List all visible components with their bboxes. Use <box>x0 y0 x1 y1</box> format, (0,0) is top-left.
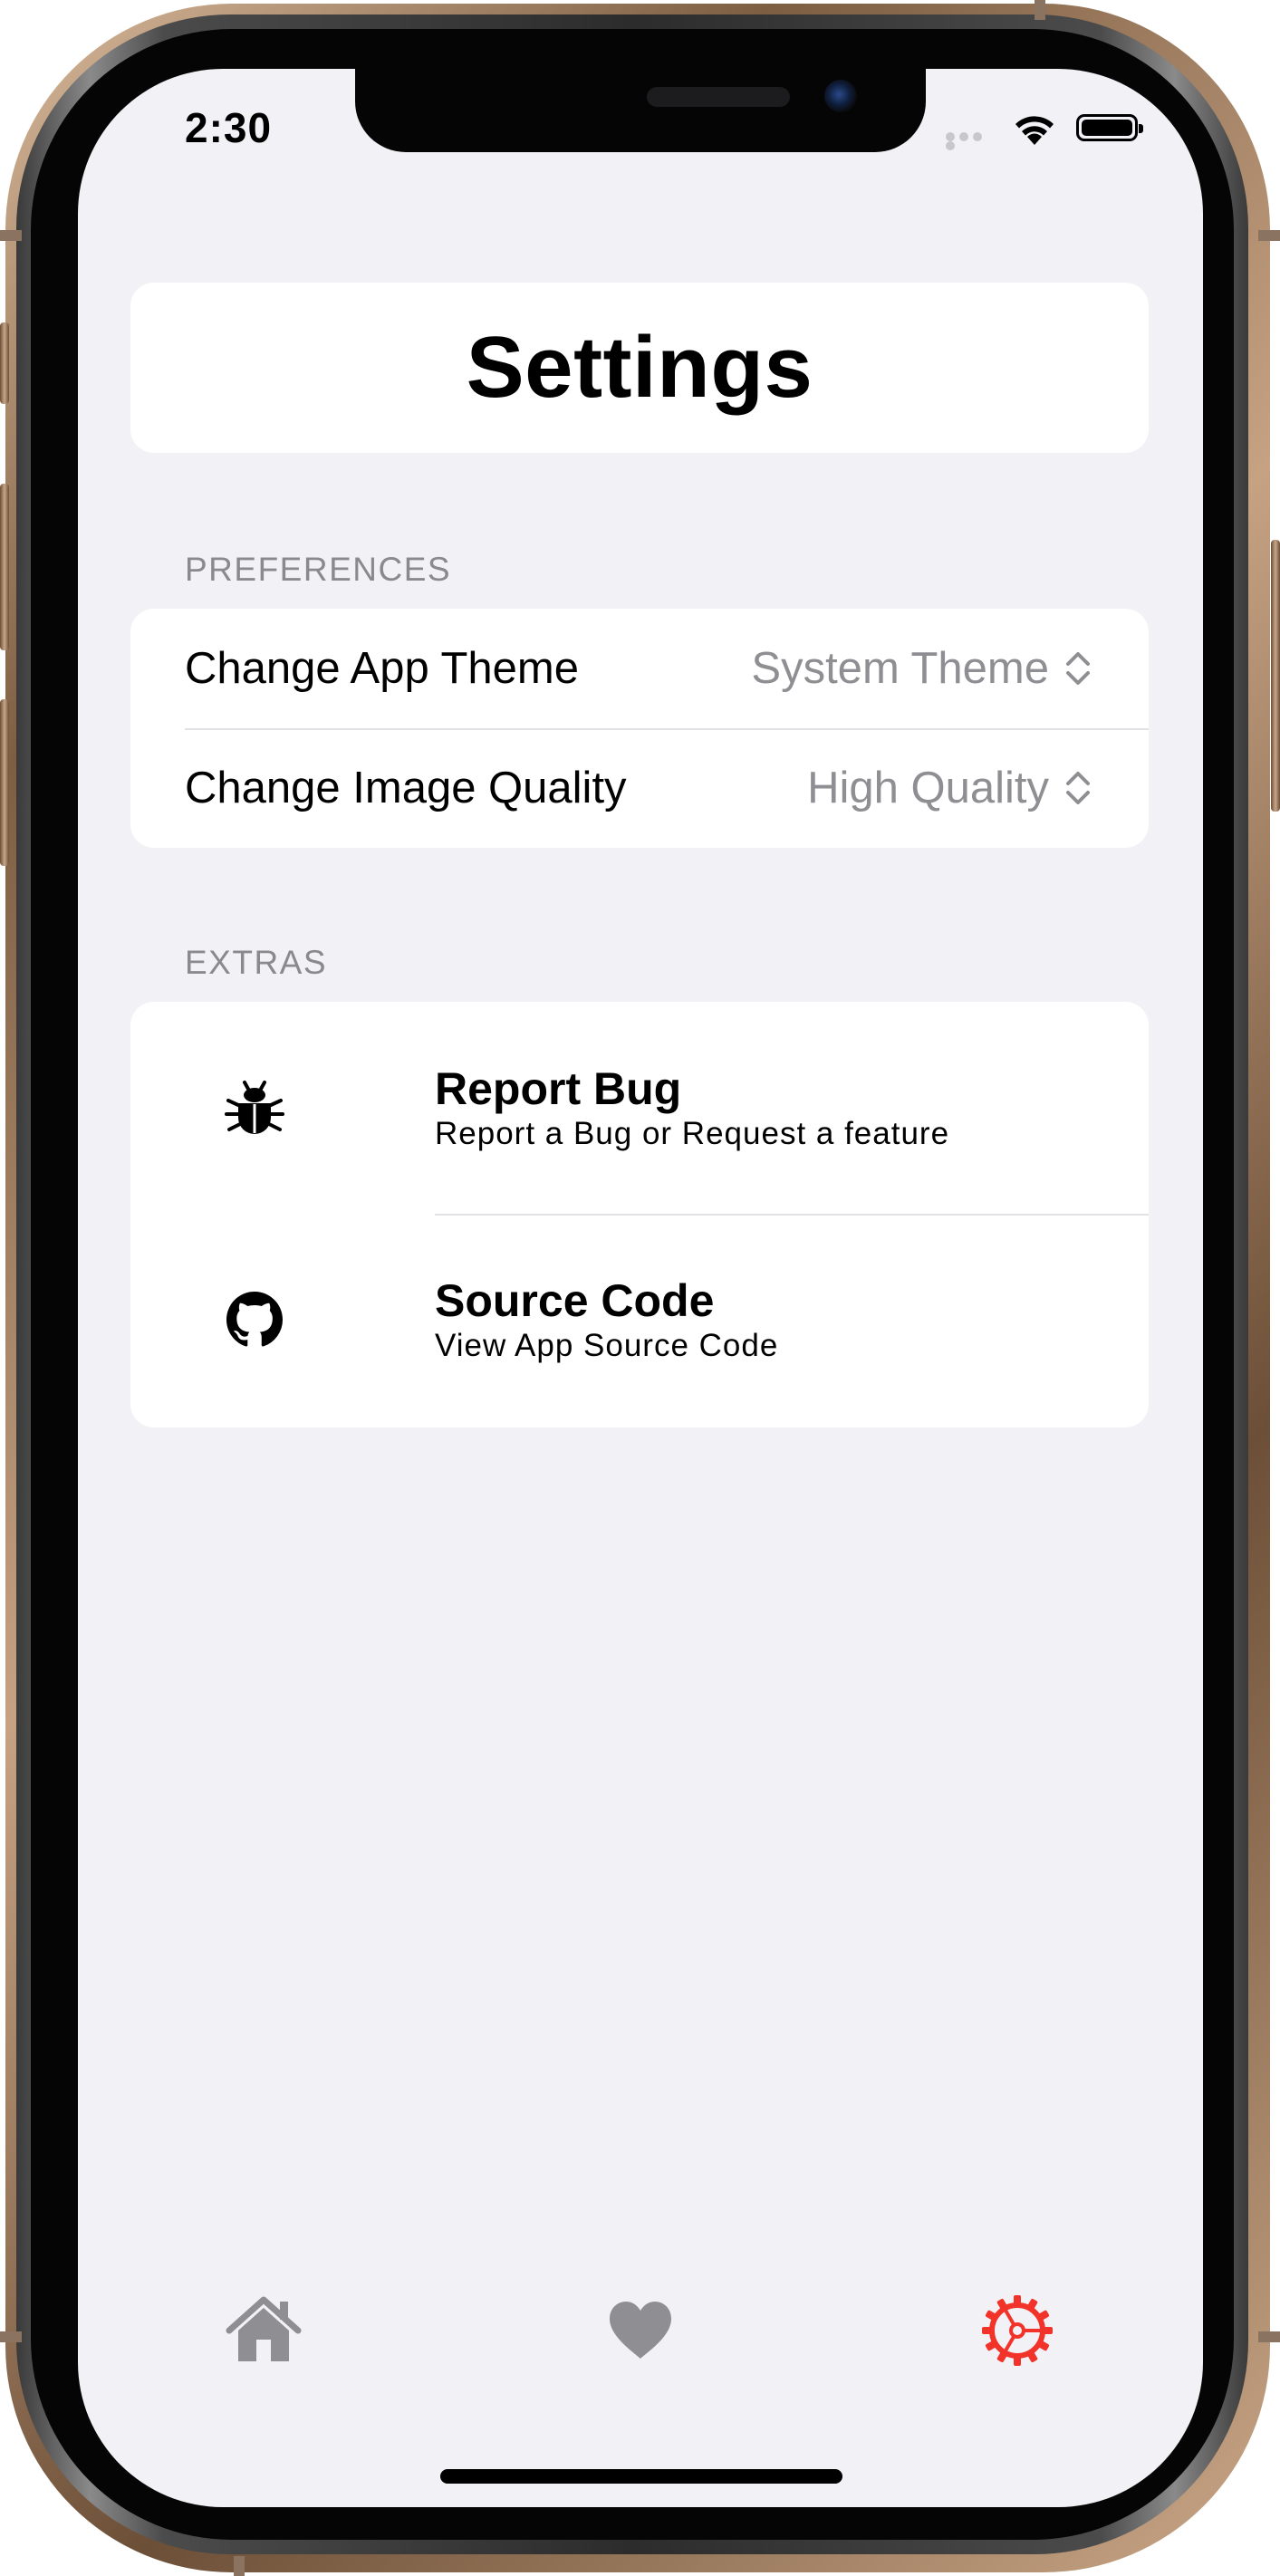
bug-icon <box>225 1078 284 1138</box>
source-code-text: Source Code View App Source Code <box>435 1274 778 1365</box>
report-bug-title: Report Bug <box>435 1063 682 1114</box>
silent-switch <box>0 322 9 404</box>
report-bug-row[interactable]: Report Bug Report a Bug or Request a fea… <box>130 1002 1149 1214</box>
cellular-signal-icon <box>946 132 998 150</box>
battery-icon <box>1076 114 1143 141</box>
antenna-band <box>0 230 22 241</box>
tab-settings[interactable] <box>977 2290 1058 2371</box>
tab-home[interactable] <box>223 2290 304 2371</box>
heart-icon <box>610 2302 671 2359</box>
antenna-band <box>1035 0 1045 20</box>
antenna-band <box>1258 230 1280 241</box>
github-icon <box>225 1290 284 1350</box>
tab-favorites[interactable] <box>600 2290 681 2371</box>
image-quality-picker[interactable]: Change Image Quality High Quality <box>130 728 1149 848</box>
antenna-band <box>234 2556 245 2576</box>
power-button <box>1271 540 1280 812</box>
earpiece-speaker <box>647 87 790 107</box>
status-time: 2:30 <box>185 104 273 151</box>
chevron-up-down-icon <box>1066 652 1090 685</box>
front-camera <box>824 80 857 112</box>
notch <box>355 69 926 152</box>
source-code-title: Source Code <box>435 1275 715 1326</box>
house-icon <box>226 2296 302 2361</box>
screen: 2:30 Settings PREFERENCES Change App The… <box>78 69 1203 2507</box>
wifi-icon <box>1011 112 1058 151</box>
image-quality-value[interactable]: High Quality <box>807 763 1049 813</box>
page-title: Settings <box>466 319 813 416</box>
source-code-row[interactable]: Source Code View App Source Code <box>130 1214 1149 1426</box>
gear-icon <box>982 2295 1053 2366</box>
title-card: Settings <box>130 283 1149 453</box>
volume-up-button <box>0 484 9 650</box>
section-header-preferences: PREFERENCES <box>185 551 452 588</box>
section-header-extras: EXTRAS <box>185 944 328 981</box>
preferences-group: Change App Theme System Theme Change Ima… <box>130 609 1149 848</box>
report-bug-text: Report Bug Report a Bug or Request a fea… <box>435 1062 949 1153</box>
chevron-up-down-icon <box>1066 772 1090 804</box>
antenna-band <box>0 2331 22 2342</box>
antenna-band <box>1258 2331 1280 2342</box>
source-code-subtitle: View App Source Code <box>435 1328 779 1363</box>
home-indicator[interactable] <box>440 2469 842 2484</box>
app-theme-value[interactable]: System Theme <box>751 643 1049 694</box>
report-bug-subtitle: Report a Bug or Request a feature <box>435 1116 950 1151</box>
app-theme-label: Change App Theme <box>185 644 579 693</box>
extras-group: Report Bug Report a Bug or Request a fea… <box>130 1002 1149 1427</box>
image-quality-label: Change Image Quality <box>185 764 627 812</box>
app-theme-picker[interactable]: Change App Theme System Theme <box>130 609 1149 728</box>
volume-down-button <box>0 699 9 866</box>
